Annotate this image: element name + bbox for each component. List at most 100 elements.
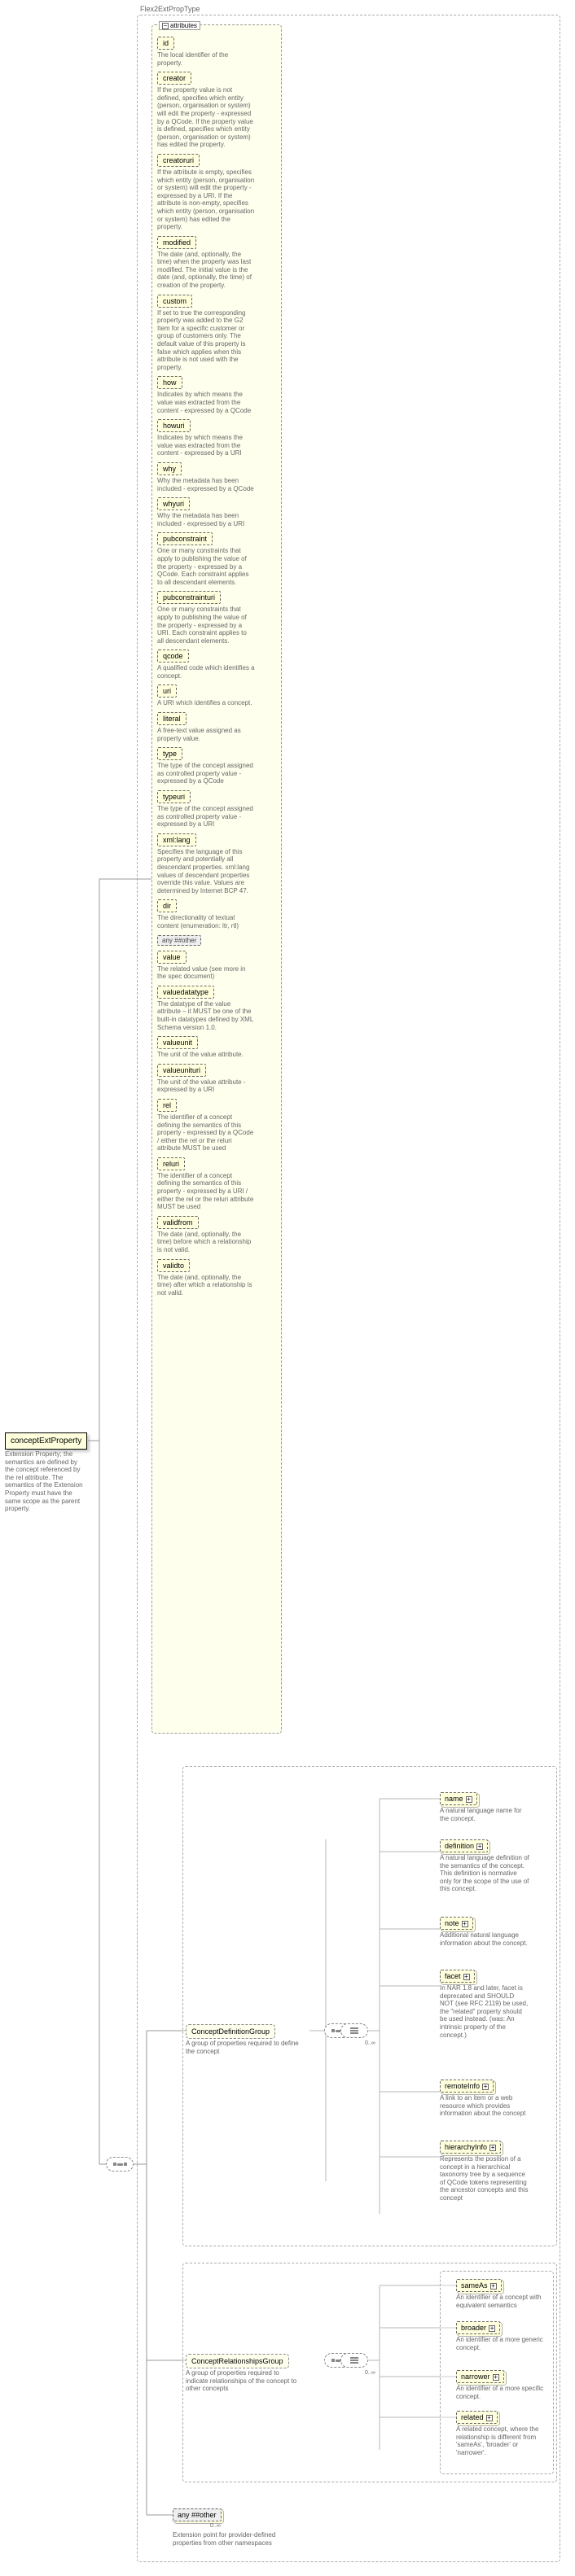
attribute-item: creatorIf the property value is not defi… — [157, 72, 276, 149]
crel-child-desc: An identifier of a more generic concept. — [456, 2336, 546, 2351]
attribute-name[interactable]: id — [157, 37, 174, 50]
cdef-child-name[interactable]: name+ — [440, 1792, 477, 1805]
attribute-desc: The local identifier of the property. — [157, 51, 255, 67]
attribute-name[interactable]: creator — [157, 72, 191, 85]
expand-icon[interactable]: + — [489, 2325, 495, 2332]
root-element-box[interactable]: conceptExtProperty — [5, 1432, 87, 1450]
attribute-name[interactable]: type — [157, 747, 182, 760]
attribute-name[interactable]: xml:lang — [157, 833, 196, 846]
attribute-name[interactable]: modified — [157, 236, 196, 249]
attributes-container: − attributes idThe local identifier of t… — [151, 24, 282, 1734]
attribute-name[interactable]: why — [157, 462, 182, 475]
attribute-name[interactable]: value — [157, 951, 187, 964]
attribute-name[interactable]: uri — [157, 684, 177, 698]
expand-icon[interactable]: + — [493, 2374, 499, 2381]
attribute-name[interactable]: how — [157, 376, 182, 389]
attribute-item: typeuriThe type of the concept assigned … — [157, 790, 276, 829]
attribute-item: xml:lang Specifies the language of this p… — [157, 833, 276, 895]
anyother-loop: 0..∞ — [210, 2523, 221, 2529]
concept-definition-group-desc: A group of properties required to define… — [186, 2040, 300, 2055]
attribute-name[interactable]: whyuri — [157, 497, 190, 510]
attributes-header[interactable]: − attributes — [159, 21, 200, 30]
crel-child-sameas[interactable]: sameAs+ — [456, 2279, 502, 2292]
crel-child-narrower[interactable]: narrower+ — [456, 2370, 504, 2383]
expand-icon[interactable]: + — [486, 2415, 493, 2421]
attribute-name[interactable]: reluri — [157, 1157, 185, 1170]
attribute-desc: A URI which identifies a concept. — [157, 699, 255, 707]
attribute-name[interactable]: any ##other — [157, 935, 201, 946]
cdef-child-desc: A link to an item or a web resource whic… — [440, 2094, 529, 2118]
root-sequence-compositor — [106, 2157, 134, 2171]
attribute-name[interactable]: validto — [157, 1259, 190, 1272]
cdef-child-facet[interactable]: facet+ — [440, 1970, 475, 1983]
attribute-name[interactable]: dir — [157, 899, 177, 912]
attribute-item: valueunituriThe unit of the value attrib… — [157, 1064, 276, 1094]
cdef-child-note[interactable]: note+ — [440, 1917, 473, 1930]
attribute-desc: If the property value is not defined, sp… — [157, 86, 255, 149]
attribute-item: howuriIndicates by which means the value… — [157, 419, 276, 457]
expand-icon[interactable]: + — [466, 1796, 472, 1803]
attribute-desc: The related value (see more in the spec … — [157, 965, 255, 981]
attribute-item: qcodeA qualified code which identifies a… — [157, 649, 276, 680]
attribute-item: reluri The identifier of a concept defini… — [157, 1157, 276, 1211]
attribute-item: pubconstraintOne or many constraints tha… — [157, 532, 276, 586]
attribute-item: why Why the metadata has been included - … — [157, 462, 276, 492]
attribute-desc: The date (and, optionally, the time) whe… — [157, 251, 255, 290]
attribute-name[interactable]: custom — [157, 295, 192, 308]
attribute-name[interactable]: howuri — [157, 419, 191, 432]
crel-child-desc: A related concept, where the relationshi… — [456, 2425, 546, 2456]
attribute-item: modified The date (and, optionally, the t… — [157, 236, 276, 290]
cdef-child-hierarchyinfo[interactable]: hierarchyInfo+ — [440, 2141, 501, 2154]
attribute-name[interactable]: literal — [157, 712, 187, 725]
attribute-desc: Why the metadata has been included - exp… — [157, 477, 255, 492]
attribute-name[interactable]: valueunit — [157, 1036, 198, 1049]
attribute-name[interactable]: valueunituri — [157, 1064, 206, 1077]
attribute-item: customIf set to true the corresponding p… — [157, 295, 276, 372]
expand-icon[interactable]: + — [489, 2145, 496, 2151]
crel-child-broader[interactable]: broader+ — [456, 2321, 500, 2334]
attribute-name[interactable]: rel — [157, 1099, 177, 1112]
expand-icon[interactable]: + — [476, 1843, 483, 1850]
attribute-name[interactable]: validfrom — [157, 1216, 199, 1229]
crel-choice — [340, 2353, 368, 2368]
cdef-child-desc: A natural language definition of the sem… — [440, 1854, 529, 1893]
expand-icon[interactable]: + — [490, 2283, 497, 2290]
attribute-desc: The date (and, optionally, the time) bef… — [157, 1231, 255, 1254]
cdef-child-desc: In NAR 1.8 and later, facet is deprecate… — [440, 1984, 529, 2039]
attribute-desc: One or many constraints that apply to pu… — [157, 606, 255, 645]
attribute-item: literalA free-text value assigned as pro… — [157, 712, 276, 742]
crel-loop: 0..∞ — [365, 2370, 375, 2376]
attribute-item: creatoruriIf the attribute is empty, spe… — [157, 154, 276, 231]
attribute-item: idThe local identifier of the property. — [157, 37, 276, 67]
collapse-icon[interactable]: − — [162, 23, 169, 29]
attribute-item: valueunitThe unit of the value attribute… — [157, 1036, 276, 1059]
expand-icon[interactable]: + — [462, 1921, 468, 1927]
cdef-child-remoteinfo[interactable]: remoteInfo+ — [440, 2080, 494, 2093]
attribute-desc: The datatype of the value attribute – it… — [157, 1000, 255, 1031]
attribute-item: validfrom The date (and, optionally, the … — [157, 1216, 276, 1254]
attribute-desc: The identifier of a concept defining the… — [157, 1172, 255, 1211]
attribute-item: pubconstrainturi One or many constraints … — [157, 591, 276, 645]
attributes-label: attributes — [170, 22, 197, 29]
concept-relationships-group[interactable]: ConceptRelationshipsGroup — [186, 2354, 289, 2368]
crel-child-related[interactable]: related+ — [456, 2411, 498, 2424]
attribute-item: whyuriWhy the metadata has been included… — [157, 497, 276, 527]
cdef-child-desc: Additional natural language information … — [440, 1931, 529, 1947]
cdef-child-definition[interactable]: definition+ — [440, 1839, 488, 1852]
expand-icon[interactable]: + — [482, 2084, 489, 2090]
attribute-item: validtoThe date (and, optionally, the ti… — [157, 1259, 276, 1297]
attribute-name[interactable]: pubconstrainturi — [157, 591, 221, 604]
attribute-name[interactable]: typeuri — [157, 790, 191, 803]
concept-definition-group[interactable]: ConceptDefinitionGroup — [186, 2024, 275, 2039]
attribute-item: uriA URI which identifies a concept. — [157, 684, 276, 707]
attribute-name[interactable]: creatoruri — [157, 154, 200, 167]
attribute-desc: A qualified code which identifies a conc… — [157, 664, 255, 680]
attribute-desc: The type of the concept assigned as cont… — [157, 762, 255, 785]
attribute-desc: Indicates by which means the value was e… — [157, 391, 255, 414]
any-other-element[interactable]: any ##other — [173, 2508, 222, 2521]
attribute-name[interactable]: qcode — [157, 649, 189, 663]
expand-icon[interactable]: + — [463, 1974, 470, 1980]
attribute-name[interactable]: pubconstraint — [157, 532, 213, 545]
attribute-name[interactable]: valuedatatype — [157, 986, 214, 999]
attribute-desc: Specifies the language of this property … — [157, 848, 255, 895]
